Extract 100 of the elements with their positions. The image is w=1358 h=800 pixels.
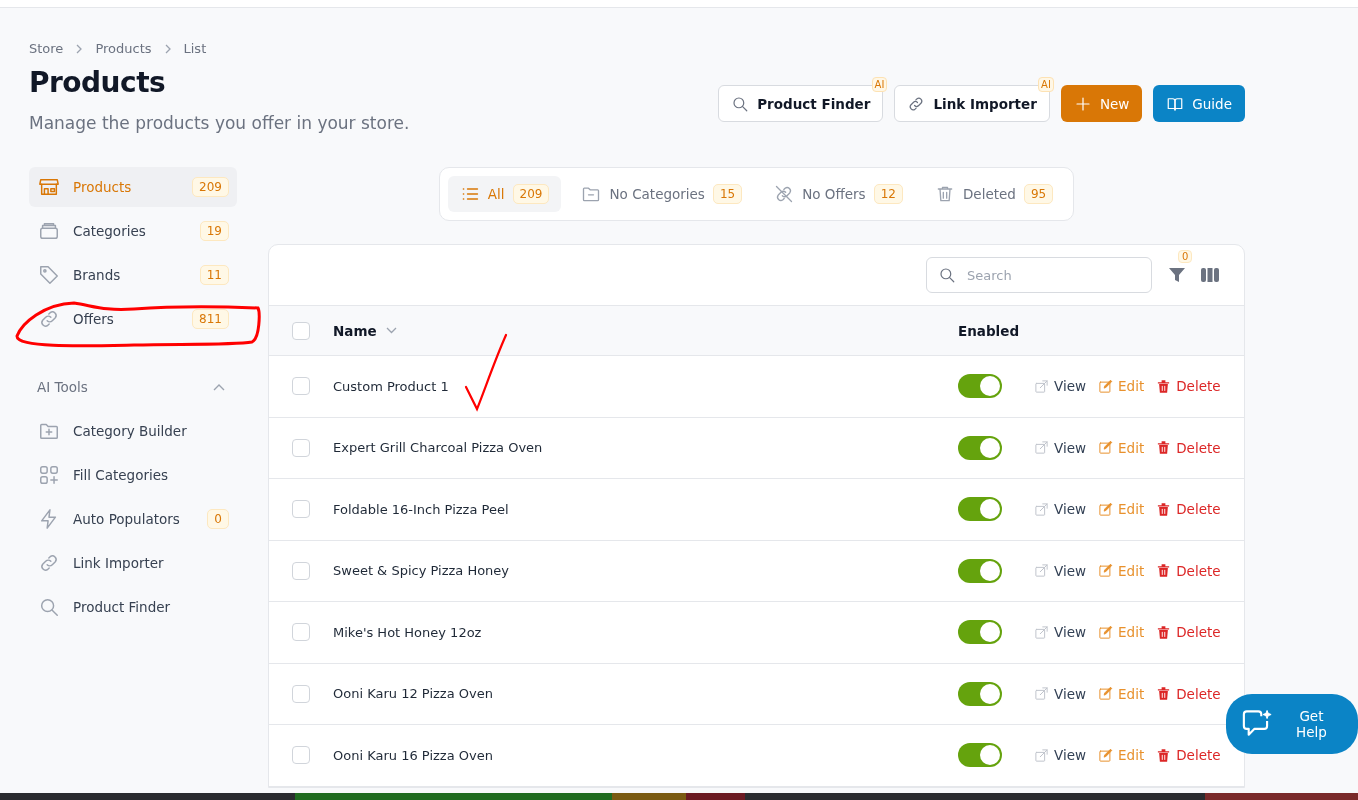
row-action-link[interactable]: Delete	[1156, 439, 1221, 456]
count-badge: 209	[512, 184, 550, 204]
row-action-link[interactable]: Edit	[1098, 378, 1145, 395]
count-badge: 95	[1023, 184, 1054, 204]
sidebar-label: Product Finder	[73, 599, 172, 615]
edit-icon	[1098, 563, 1114, 579]
sidebar-item[interactable]: Categories 19	[29, 211, 237, 251]
row-action-link[interactable]: View	[1034, 501, 1087, 518]
row-action-link[interactable]: Edit	[1098, 562, 1145, 579]
collapse-chevron-icon[interactable]	[213, 383, 225, 391]
row-action-link[interactable]: View	[1034, 378, 1087, 395]
search-icon	[938, 266, 956, 284]
sidebar-label: Fill Categories	[73, 467, 170, 483]
trash-icon	[1156, 440, 1172, 456]
breadcrumb-link[interactable]: List	[183, 41, 207, 56]
row-action-link[interactable]: Edit	[1098, 501, 1145, 518]
row-action-link[interactable]: Edit	[1098, 685, 1145, 702]
sidebar-label: Categories	[73, 223, 147, 239]
toggle-switch[interactable]	[958, 374, 1002, 399]
row-action-link[interactable]: Delete	[1156, 624, 1221, 641]
external-link-icon	[1034, 624, 1049, 640]
row-action-link[interactable]: Edit	[1098, 439, 1145, 456]
sidebar-item[interactable]: Auto Populators 0	[29, 499, 237, 539]
toggle-switch[interactable]	[958, 435, 1002, 460]
edit-icon	[1098, 501, 1114, 517]
breadcrumb-link[interactable]: Products	[95, 41, 152, 56]
filter-tab[interactable]: All 209	[447, 176, 562, 212]
search-field[interactable]: Search	[926, 257, 1152, 293]
row-checkbox[interactable]	[292, 377, 310, 396]
sidebar-item[interactable]: Products 209	[29, 167, 237, 207]
product-name: Ooni Karu 16 Pizza Oven	[333, 747, 493, 763]
sidebar-item[interactable]: Brands 11	[29, 255, 237, 295]
row-action-link[interactable]: View	[1034, 439, 1087, 456]
edit-icon	[1098, 378, 1114, 394]
filter-tab[interactable]: No Categories 15	[569, 176, 755, 212]
columns-icon[interactable]	[1200, 267, 1220, 283]
toggle-switch[interactable]	[958, 620, 1002, 645]
filter-count-badge: 0	[1178, 250, 1193, 263]
column-header[interactable]: Name	[333, 322, 377, 339]
filter-tab[interactable]: No Offers 12	[762, 176, 915, 212]
row-checkbox[interactable]	[292, 561, 310, 580]
external-link-icon	[1034, 501, 1049, 517]
row-checkbox[interactable]	[292, 746, 310, 765]
grid-plus-icon	[38, 464, 60, 486]
trash-icon	[1156, 563, 1172, 579]
tab-label: No Categories	[609, 186, 705, 202]
sidebar-item[interactable]: Fill Categories	[29, 455, 237, 495]
product-name: Custom Product 1	[333, 378, 449, 394]
row-action-link[interactable]: Delete	[1156, 378, 1221, 395]
product-name: Ooni Karu 12 Pizza Oven	[333, 686, 493, 702]
sort-chevron-icon[interactable]	[385, 327, 397, 334]
ai-badge: AI	[1038, 77, 1054, 92]
column-header: Enabled	[958, 323, 1020, 339]
search-icon	[731, 94, 750, 113]
count-badge: 0	[207, 509, 229, 529]
header-button[interactable]: New	[1060, 85, 1143, 122]
tag-icon	[38, 264, 60, 286]
edit-icon	[1098, 686, 1114, 702]
row-checkbox[interactable]	[292, 500, 310, 519]
get-help-button[interactable]: Get Help	[1226, 694, 1358, 754]
row-action-link[interactable]: Delete	[1156, 747, 1221, 764]
toggle-switch[interactable]	[958, 558, 1002, 583]
edit-icon	[1098, 624, 1114, 640]
external-link-icon	[1034, 563, 1049, 579]
header-button[interactable]: Guide	[1153, 85, 1245, 122]
trash-icon	[1156, 747, 1172, 763]
toggle-switch[interactable]	[958, 497, 1002, 522]
sidebar-label: Brands	[73, 267, 122, 283]
search-icon	[38, 596, 60, 618]
filter-tab[interactable]: Deleted 95	[922, 176, 1066, 212]
row-action-link[interactable]: Delete	[1156, 562, 1221, 579]
row-action-link[interactable]: Edit	[1098, 624, 1145, 641]
select-all-checkbox[interactable]	[292, 321, 310, 340]
row-checkbox[interactable]	[292, 438, 310, 457]
toggle-switch[interactable]	[958, 743, 1002, 768]
toggle-switch[interactable]	[958, 681, 1002, 706]
sidebar-label: Category Builder	[73, 423, 188, 439]
ai-badge: AI	[871, 77, 888, 92]
row-action-link[interactable]: View	[1034, 562, 1087, 579]
chevron-right-icon	[163, 43, 172, 54]
filter-icon[interactable]	[1168, 266, 1186, 284]
chevron-right-icon	[75, 43, 84, 54]
row-checkbox[interactable]	[292, 623, 310, 642]
row-action-link[interactable]: View	[1034, 685, 1087, 702]
product-name: Sweet & Spicy Pizza Honey	[333, 563, 510, 579]
external-link-icon	[1034, 440, 1049, 456]
row-action-link[interactable]: Delete	[1156, 501, 1221, 518]
row-action-link[interactable]: Edit	[1098, 747, 1145, 764]
external-link-icon	[1034, 378, 1049, 394]
sidebar-item[interactable]: Category Builder	[29, 411, 237, 451]
row-action-link[interactable]: View	[1034, 747, 1087, 764]
breadcrumb-link[interactable]: Store	[29, 41, 64, 56]
link-icon	[38, 552, 60, 574]
row-action-link[interactable]: View	[1034, 624, 1087, 641]
trash-icon	[1156, 686, 1172, 702]
row-action-link[interactable]: Delete	[1156, 685, 1221, 702]
row-checkbox[interactable]	[292, 684, 310, 703]
tab-label: All	[487, 186, 505, 202]
sidebar-item[interactable]: Product Finder	[29, 587, 237, 627]
sidebar-item[interactable]: Link Importer	[29, 543, 237, 583]
